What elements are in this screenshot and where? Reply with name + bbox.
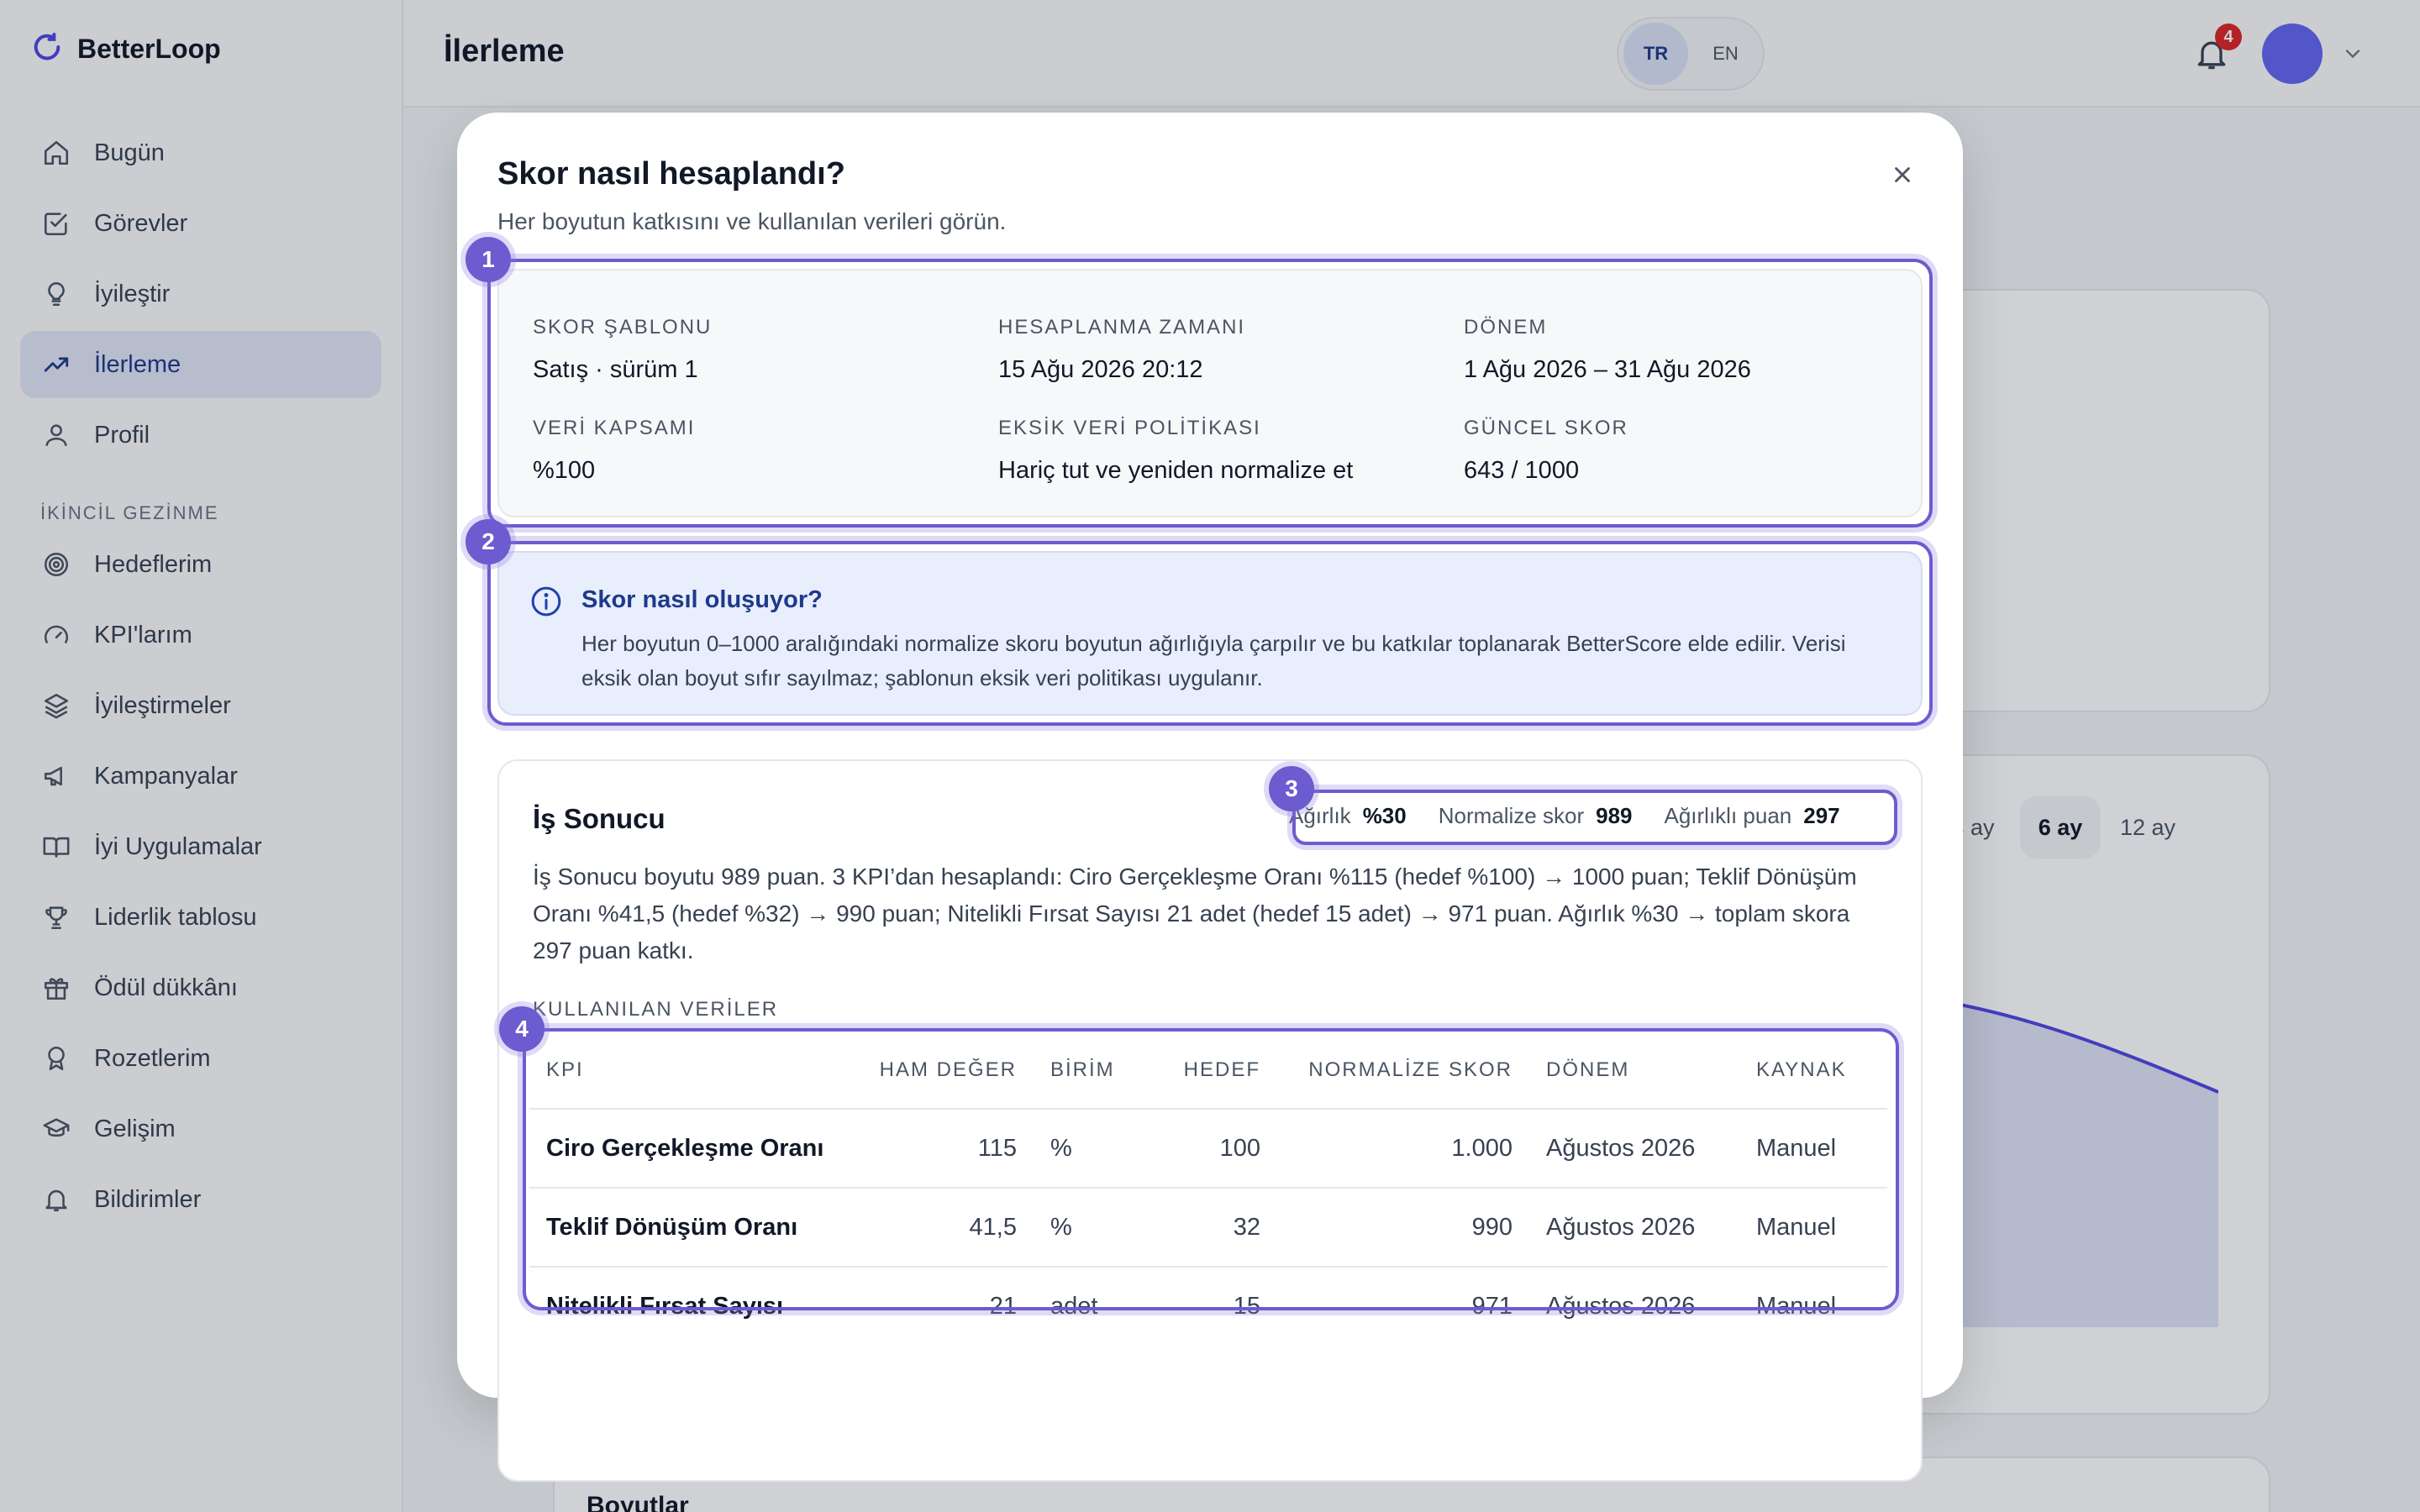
normalized-score-stat: Normalize skor 989 — [1439, 803, 1633, 829]
meta-coverage: VERİ KAPSAMI %100 — [533, 417, 695, 485]
column-header: KPI — [529, 1032, 849, 1110]
weighted-points-stat: Ağırlıklı puan 297 — [1665, 803, 1840, 829]
meta-value: 15 Ağu 2026 20:12 — [998, 356, 1203, 383]
meta-calc-time: HESAPLANMA ZAMANI 15 Ağu 2026 20:12 — [998, 316, 1245, 384]
target-cell: 32 — [1143, 1188, 1277, 1268]
meta-label: EKSİK VERİ POLİTİKASI — [998, 417, 1261, 439]
meta-value: Hariç tut ve yeniden normalize et — [998, 457, 1354, 484]
meta-missing-policy: EKSİK VERİ POLİTİKASI Hariç tut ve yenid… — [998, 417, 1353, 485]
close-button[interactable] — [1882, 155, 1923, 195]
table-row: Nitelikli Fırsat Sayısı 21 adet 15 971 A… — [529, 1267, 1887, 1346]
stat-label: Normalize skor — [1438, 803, 1585, 828]
period-cell: Ağustos 2026 — [1546, 1293, 1696, 1320]
stat-value: 297 — [1803, 803, 1840, 828]
highlight-badge-4: 4 — [499, 1006, 544, 1052]
weight-stat: Ağırlık %30 — [1289, 803, 1407, 829]
stat-value: %30 — [1362, 803, 1407, 828]
source-cell: Manuel — [1739, 1109, 1887, 1189]
raw-value-cell: 21 — [989, 1293, 1017, 1320]
meta-value: Satış · sürüm 1 — [533, 356, 698, 383]
unit-cell: adet — [1050, 1293, 1098, 1320]
target-cell: 15 — [1233, 1293, 1260, 1320]
table-header-row: KPI HAM DEĞER BİRİM HEDEF NORMALİZE SKOR… — [529, 1032, 1887, 1110]
raw-value-cell: 41,5 — [849, 1188, 1034, 1268]
target-cell: 100 — [1143, 1109, 1277, 1189]
info-icon — [529, 585, 563, 618]
meta-value: 1 Ağu 2026 – 31 Ağu 2026 — [1464, 356, 1751, 383]
period-cell: Ağustos 2026 — [1529, 1188, 1739, 1268]
dimension-stats: Ağırlık %30 Normalize skor 989 Ağırlıklı… — [1289, 803, 1840, 829]
info-text: Her boyutun 0–1000 aralığındaki normaliz… — [581, 631, 1846, 690]
unit-cell: % — [1034, 1188, 1143, 1268]
table-row: Teklif Dönüşüm Oranı 41,5 % 32 990 Ağust… — [529, 1188, 1887, 1268]
normalized-score-cell: 990 — [1277, 1188, 1529, 1268]
kpi-name-cell: Nitelikli Fırsat Sayısı — [546, 1293, 784, 1320]
column-header: DÖNEM — [1529, 1032, 1739, 1110]
close-icon — [1895, 167, 1910, 182]
meta-label: GÜNCEL SKOR — [1464, 417, 1628, 439]
modal-subtitle: Her boyutun katkısını ve kullanılan veri… — [497, 208, 1007, 234]
dimension-description: İş Sonucu boyutu 989 puan. 3 KPI’dan hes… — [533, 864, 1857, 963]
highlight-badge-3: 3 — [1269, 766, 1314, 811]
dimension-card: İş Sonucu Ağırlık %30 Normalize skor 989… — [497, 759, 1923, 1482]
info-title: Skor nasıl oluşuyor? — [581, 586, 823, 613]
modal-title: Skor nasıl hesaplandı? — [497, 156, 845, 192]
meta-period: DÖNEM 1 Ağu 2026 – 31 Ağu 2026 — [1464, 316, 1751, 384]
table-row: Ciro Gerçekleşme Oranı 115 % 100 1.000 A… — [529, 1109, 1887, 1189]
column-header: HEDEF — [1143, 1032, 1277, 1110]
used-data-label: KULLANILAN VERİLER — [533, 998, 779, 1021]
unit-cell: % — [1034, 1109, 1143, 1189]
meta-label: DÖNEM — [1464, 316, 1548, 339]
meta-value: %100 — [533, 457, 596, 484]
highlight-badge-1: 1 — [466, 237, 511, 282]
stat-value: 989 — [1596, 803, 1633, 828]
meta-current-score: GÜNCEL SKOR 643 / 1000 — [1464, 417, 1628, 485]
column-header: KAYNAK — [1739, 1032, 1887, 1110]
source-cell: Manuel — [1739, 1188, 1887, 1268]
score-info-box: Skor nasıl oluşuyor? Her boyutun 0–1000 … — [497, 551, 1923, 716]
normalized-score-cell: 1.000 — [1277, 1109, 1529, 1189]
kpi-name-cell: Teklif Dönüşüm Oranı — [529, 1188, 849, 1268]
stat-label: Ağırlıklı puan — [1664, 803, 1792, 828]
meta-template: SKOR ŞABLONU Satış · sürüm 1 — [533, 316, 712, 384]
meta-label: VERİ KAPSAMI — [533, 417, 696, 439]
highlight-badge-2: 2 — [466, 519, 511, 564]
meta-value: 643 / 1000 — [1464, 457, 1580, 484]
period-cell: Ağustos 2026 — [1529, 1109, 1739, 1189]
column-header: NORMALİZE SKOR — [1277, 1032, 1529, 1110]
score-explanation-modal: Skor nasıl hesaplandı? Her boyutun katkı… — [457, 113, 1963, 1482]
source-cell: Manuel — [1756, 1293, 1837, 1320]
meta-label: SKOR ŞABLONU — [533, 316, 713, 339]
column-header: HAM DEĞER — [849, 1032, 1034, 1110]
dimension-title: İş Sonucu — [533, 803, 666, 834]
raw-value-cell: 115 — [849, 1109, 1034, 1189]
normalized-score-cell: 971 — [1471, 1293, 1512, 1320]
kpi-data-table: KPI HAM DEĞER BİRİM HEDEF NORMALİZE SKOR… — [529, 1032, 1887, 1346]
score-meta-box: SKOR ŞABLONU Satış · sürüm 1 HESAPLANMA … — [497, 269, 1923, 517]
column-header: BİRİM — [1034, 1032, 1143, 1110]
kpi-name-cell: Ciro Gerçekleşme Oranı — [529, 1109, 849, 1189]
meta-label: HESAPLANMA ZAMANI — [998, 316, 1246, 339]
